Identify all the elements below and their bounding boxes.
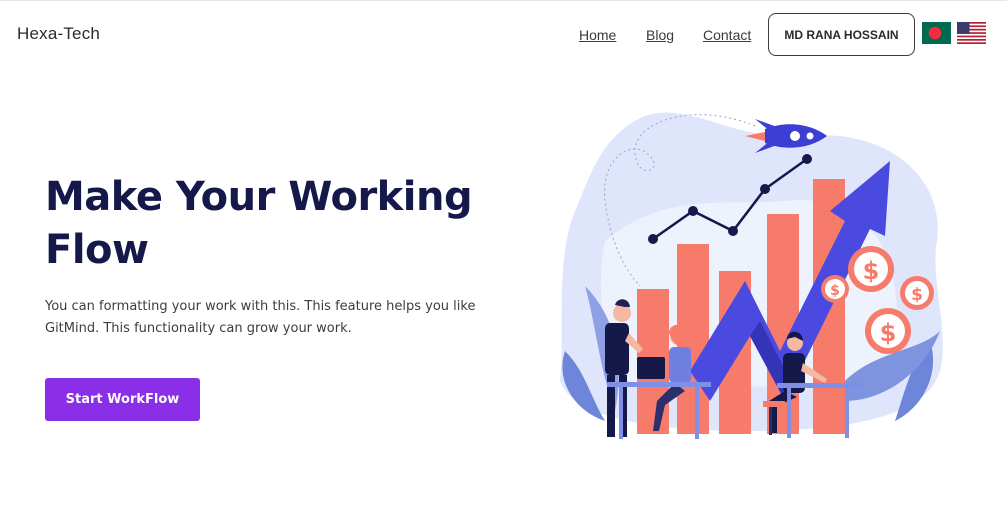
hero-title: Make Your Working Flow bbox=[45, 171, 505, 277]
user-account-button[interactable]: MD RANA HOSSAIN bbox=[768, 13, 915, 56]
trend-point bbox=[648, 234, 658, 244]
nav-contact-link[interactable]: Contact bbox=[703, 27, 751, 43]
hero-title-line2: Flow bbox=[45, 227, 149, 273]
stool bbox=[763, 401, 785, 407]
brand-logo[interactable]: Hexa-Tech bbox=[17, 24, 100, 44]
bangladesh-flag-icon[interactable] bbox=[922, 22, 951, 44]
dollar-symbol: $ bbox=[911, 285, 923, 305]
usa-flag-icon[interactable] bbox=[957, 22, 986, 44]
trend-point bbox=[802, 154, 812, 164]
start-workflow-button[interactable]: Start WorkFlow bbox=[45, 378, 200, 421]
stool-leg bbox=[769, 407, 772, 435]
dollar-coin-icon: $ bbox=[821, 275, 849, 303]
desk-leg bbox=[619, 387, 623, 439]
dollar-coin-icon: $ bbox=[848, 246, 894, 292]
laptop-icon bbox=[637, 357, 665, 379]
trend-point bbox=[688, 206, 698, 216]
navbar: Hexa-Tech Home Blog Contact MD RANA HOSS… bbox=[0, 1, 1007, 67]
dollar-symbol: $ bbox=[830, 283, 840, 299]
hero-description-line1: You can formatting your work with this. … bbox=[45, 299, 476, 314]
nav-home-link[interactable]: Home bbox=[579, 27, 616, 43]
nav-blog-link[interactable]: Blog bbox=[646, 27, 674, 43]
hero-description: You can formatting your work with this. … bbox=[45, 296, 485, 340]
dollar-symbol: $ bbox=[880, 319, 897, 347]
hero-illustration: $ $ $ $ bbox=[560, 112, 943, 439]
desk-leg bbox=[695, 387, 699, 439]
desk-right bbox=[777, 383, 863, 388]
dollar-coin-icon: $ bbox=[900, 276, 934, 310]
desk-left bbox=[607, 382, 711, 387]
trend-point bbox=[760, 184, 770, 194]
dollar-symbol: $ bbox=[863, 257, 880, 285]
desk-leg bbox=[845, 388, 849, 438]
desk-leg bbox=[787, 388, 791, 438]
hero-description-line2: GitMind. This functionality can grow you… bbox=[45, 321, 352, 336]
trend-point bbox=[728, 226, 738, 236]
dollar-coin-icon: $ bbox=[865, 308, 911, 354]
hero-title-line1: Make Your Working bbox=[45, 174, 473, 220]
